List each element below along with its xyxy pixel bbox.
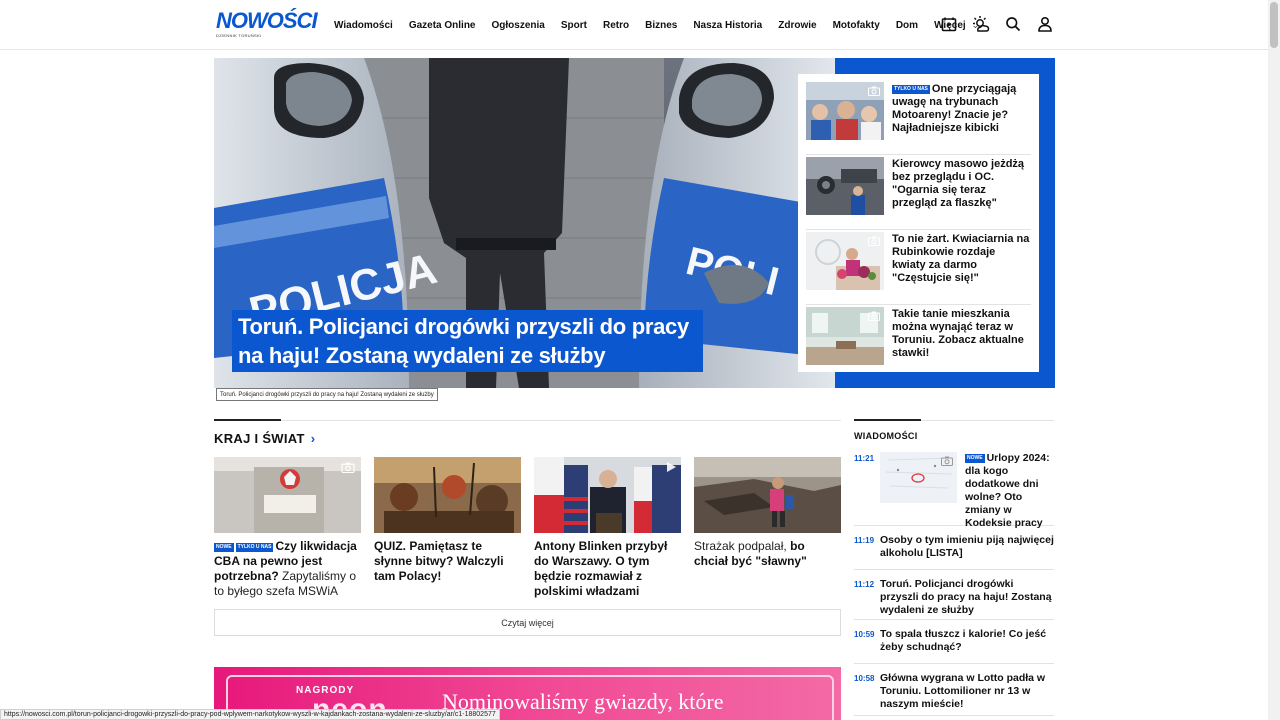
news-title: Toruń. Policjanci drogówki przyszli do p… <box>880 578 1052 616</box>
news-item[interactable]: 11:19 Osoby o tym imieniu piją najwięcej… <box>854 526 1054 570</box>
article-thumbnail <box>214 457 361 533</box>
article-thumbnail <box>806 157 884 215</box>
sidebar-divider <box>854 419 1054 421</box>
news-time: 11:21 <box>854 454 875 463</box>
hero-block: POLICJA POLI Toruń. Policjanci drogówki … <box>214 58 1055 388</box>
news-item[interactable]: 10:59 To spala tłuszcz i kalorie! Co jeś… <box>854 620 1054 664</box>
article-thumbnail <box>534 457 681 533</box>
exclusive-badge: TYLKO U NAS <box>235 543 274 552</box>
article-card-title: QUIZ. Pamiętasz te słynne bitwy? Walczyl… <box>374 539 504 583</box>
hero-tooltip: Toruń. Policjanci drogówki przyszli do p… <box>216 388 438 401</box>
news-list: 11:21 NOWE Urlopy 2024: dla kogo dodatkow… <box>854 452 1054 716</box>
site-header: NOWOŚCI DZIENNIK TORUŃSKI Wiadomości Gaz… <box>0 0 1268 50</box>
news-title: Główna wygrana w Lotto padła w Toruniu. … <box>880 672 1046 710</box>
section-cards: NOWE TYLKO U NAS Czy likwidacja CBA na pew… <box>214 457 844 599</box>
nav-item-wiadomosci[interactable]: Wiadomości <box>334 20 393 31</box>
camera-icon <box>868 236 880 246</box>
weather-icon[interactable] <box>970 13 992 35</box>
nav-item-sport[interactable]: Sport <box>561 20 587 31</box>
article-card-title: Strażak podpalał, bo chciał być "sławny" <box>694 539 807 568</box>
article-card[interactable]: Strażak podpalał, bo chciał być "sławny" <box>694 457 841 599</box>
logo-tagline: DZIENNIK TORUŃSKI <box>216 33 262 38</box>
nav-item-zdrowie[interactable]: Zdrowie <box>778 20 816 31</box>
nav-item-biznes[interactable]: Biznes <box>645 20 677 31</box>
article-thumbnail <box>806 307 884 365</box>
article-thumbnail <box>806 232 884 290</box>
camera-icon <box>941 456 953 466</box>
news-item[interactable]: 10:58 Główna wygrana w Lotto padła w Tor… <box>854 664 1054 716</box>
video-play-icon <box>667 462 676 472</box>
article-card[interactable]: QUIZ. Pamiętasz te słynne bitwy? Walczyl… <box>374 457 521 599</box>
nav-item-dom[interactable]: Dom <box>896 20 918 31</box>
camera-icon <box>868 86 880 96</box>
nav-item-nasza-historia[interactable]: Nasza Historia <box>693 20 762 31</box>
article-thumbnail <box>374 457 521 533</box>
nav-item-motofakty[interactable]: Motofakty <box>833 20 880 31</box>
hero-image[interactable]: POLICJA POLI Toruń. Policjanci drogówki … <box>214 58 835 388</box>
chevron-right-icon: › <box>310 431 316 446</box>
camera-icon <box>341 462 355 473</box>
article-thumbnail <box>806 82 884 140</box>
news-item[interactable]: 11:21 NOWE Urlopy 2024: dla kogo dodatkow… <box>854 452 1054 529</box>
new-badge: NOWE <box>214 543 234 552</box>
hero-headline[interactable]: Toruń. Policjanci drogówki przyszli do p… <box>232 310 703 372</box>
list-item[interactable]: Takie tanie mieszkania można wynająć ter… <box>806 305 1031 380</box>
hero-side-list: TYLKO U NAS One przyciągają uwagę na tryb… <box>798 74 1039 372</box>
search-icon[interactable] <box>1002 13 1024 35</box>
nav-item-gazeta-online[interactable]: Gazeta Online <box>409 20 476 31</box>
news-time: 10:58 <box>854 674 875 683</box>
video-play-icon[interactable] <box>938 13 960 35</box>
page-scrollbar[interactable] <box>1268 0 1280 720</box>
sidebar-title[interactable]: WIADOMOŚCI <box>854 431 918 441</box>
browser-status-url: https://nowosci.com.pl/torun-policjanci-… <box>0 709 500 720</box>
list-item[interactable]: Kierowcy masowo jeżdżą bez przeglądu i O… <box>806 155 1031 230</box>
news-title: Osoby o tym imieniu piją najwięcej alkoh… <box>880 534 1054 559</box>
new-badge: NOWE <box>965 454 985 463</box>
news-time: 11:19 <box>854 536 875 545</box>
scrollbar-thumb[interactable] <box>1270 2 1278 48</box>
article-card-title: NOWE TYLKO U NAS Czy likwidacja CBA na pew… <box>214 539 357 598</box>
exclusive-badge: TYLKO U NAS <box>892 85 930 94</box>
user-icon[interactable] <box>1034 13 1056 35</box>
header-actions <box>938 13 1056 35</box>
section-divider <box>214 419 841 421</box>
news-time: 10:59 <box>854 630 875 639</box>
nav-item-ogloszenia[interactable]: Ogłoszenia <box>492 20 545 31</box>
news-title: To spala tłuszcz i kalorie! Co jeść żeby… <box>880 628 1047 653</box>
section-title-text: KRAJ I ŚWIAT <box>214 431 305 446</box>
article-thumbnail <box>694 457 841 533</box>
list-item[interactable]: To nie żart. Kwiaciarnia na Rubinkowie r… <box>806 230 1031 305</box>
main-nav: Wiadomości Gazeta Online Ogłoszenia Spor… <box>326 0 987 50</box>
list-item[interactable]: TYLKO U NAS One przyciągają uwagę na tryb… <box>806 80 1031 155</box>
news-title: NOWE Urlopy 2024: dla kogo dodatkowe dni … <box>965 452 1050 529</box>
article-card[interactable]: Antony Blinken przybył do Warszawy. O ty… <box>534 457 681 599</box>
news-thumbnail <box>880 452 957 503</box>
logo-wordmark: NOWOŚCI <box>216 8 318 33</box>
list-item-title: Kierowcy masowo jeżdżą bez przeglądu i O… <box>892 158 1025 209</box>
article-card-title: Antony Blinken przybył do Warszawy. O ty… <box>534 539 668 598</box>
section-title-kraj-i-swiat[interactable]: KRAJ I ŚWIAT › <box>214 431 315 446</box>
nav-item-retro[interactable]: Retro <box>603 20 629 31</box>
news-item[interactable]: 11:12 Toruń. Policjanci drogówki przyszl… <box>854 570 1054 620</box>
news-body: NOWE Urlopy 2024: dla kogo dodatkowe dni … <box>880 452 1054 529</box>
site-logo[interactable]: NOWOŚCI DZIENNIK TORUŃSKI <box>216 8 318 40</box>
read-more-button[interactable]: Czytaj więcej <box>214 609 841 636</box>
list-item-title: To nie żart. Kwiaciarnia na Rubinkowie r… <box>892 233 1030 284</box>
list-item-title: Takie tanie mieszkania można wynająć ter… <box>892 308 1024 359</box>
list-item-title: TYLKO U NAS One przyciągają uwagę na tryb… <box>892 83 1017 134</box>
news-time: 11:12 <box>854 580 875 589</box>
article-card[interactable]: NOWE TYLKO U NAS Czy likwidacja CBA na pew… <box>214 457 361 599</box>
camera-icon <box>868 311 880 321</box>
